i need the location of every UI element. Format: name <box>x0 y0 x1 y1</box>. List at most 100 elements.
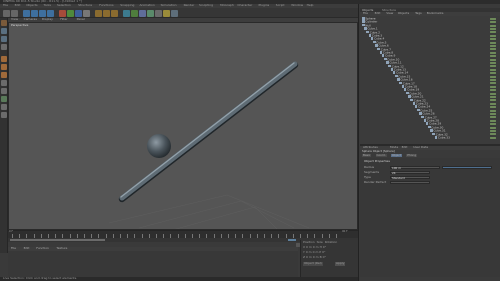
object-tree-item[interactable]: Cube.33 <box>434 136 450 139</box>
render-settings-icon[interactable] <box>111 9 118 17</box>
attribute-slider[interactable] <box>442 166 492 169</box>
attribute-tab-coord[interactable]: Coord. <box>375 154 387 158</box>
viewport-menu-display[interactable]: Display <box>42 18 53 21</box>
menu-item-help[interactable]: Help <box>307 4 314 7</box>
viewport-menu-filter[interactable]: Filter <box>60 18 67 21</box>
menu-item-render[interactable]: Render <box>184 4 195 7</box>
visibility-flags[interactable] <box>490 48 496 51</box>
visibility-flags[interactable] <box>490 112 496 115</box>
workplane-icon[interactable] <box>1 104 7 110</box>
visibility-flags[interactable] <box>490 116 496 119</box>
visibility-flags[interactable] <box>490 72 496 75</box>
visibility-flags[interactable] <box>490 24 496 27</box>
visibility-flags[interactable] <box>490 109 496 112</box>
visibility-flags[interactable] <box>490 133 496 136</box>
viewport-perspective[interactable]: Perspective <box>8 22 358 230</box>
visibility-flags[interactable] <box>490 17 496 20</box>
coords-apply-button[interactable]: Apply <box>335 262 346 266</box>
snap-icon[interactable] <box>1 96 7 102</box>
world-coords-icon[interactable] <box>83 9 90 17</box>
scene-icon[interactable] <box>171 9 178 17</box>
timeline-range-slider[interactable] <box>10 239 105 241</box>
live-select-icon[interactable] <box>23 9 30 17</box>
visibility-flags[interactable] <box>490 51 496 54</box>
om-menu-file[interactable]: File <box>363 12 368 15</box>
timeline-ruler[interactable]: 0 F 90 F <box>8 230 358 238</box>
render-picture-icon[interactable] <box>103 9 110 17</box>
spline-pen-icon[interactable] <box>131 9 138 17</box>
visibility-flags[interactable] <box>490 102 496 105</box>
menu-item-objects[interactable]: Objects <box>26 4 37 7</box>
material-menu-file[interactable]: File <box>11 247 16 250</box>
timeline-marker[interactable] <box>288 239 296 241</box>
visibility-flags[interactable] <box>490 106 496 109</box>
visibility-flags[interactable] <box>490 78 496 81</box>
attribute-field-input[interactable]: 24 <box>390 171 430 174</box>
om-menu-edit[interactable]: Edit <box>375 12 381 15</box>
attribute-tab-object[interactable]: Object <box>390 154 402 158</box>
texture-mode-icon[interactable] <box>1 44 7 50</box>
visibility-flags[interactable] <box>490 34 496 37</box>
attribute-tab-basic[interactable]: Basic <box>362 154 372 158</box>
visibility-flags[interactable] <box>490 126 496 129</box>
menu-item-selection[interactable]: Selection <box>57 4 71 7</box>
attribute-menu-user-data[interactable]: User Data <box>413 146 428 149</box>
viewport-menu-cameras[interactable]: Cameras <box>24 18 37 21</box>
camera-icon[interactable] <box>155 9 162 17</box>
menu-item-tools[interactable]: Tools <box>44 4 51 7</box>
menu-item-edit[interactable]: Edit <box>15 4 21 7</box>
visibility-flags[interactable] <box>490 136 496 139</box>
visibility-flags[interactable] <box>490 119 496 122</box>
menu-item-animation[interactable]: Animation <box>140 4 155 7</box>
visibility-flags[interactable] <box>490 38 496 41</box>
scale-icon[interactable] <box>39 9 46 17</box>
points-mode-icon[interactable] <box>1 56 7 62</box>
model-mode-icon[interactable] <box>1 28 7 34</box>
menu-item-snapping[interactable]: Snapping <box>120 4 134 7</box>
visibility-flags[interactable] <box>490 61 496 64</box>
rotate-icon[interactable] <box>47 9 54 17</box>
attribute-menu-edit[interactable]: Edit <box>402 146 408 149</box>
render-view-icon[interactable] <box>95 9 102 17</box>
visibility-flags[interactable] <box>490 92 496 95</box>
visibility-flags[interactable] <box>490 21 496 24</box>
visibility-flags[interactable] <box>490 31 496 34</box>
visibility-flags[interactable] <box>490 27 496 30</box>
visibility-flags[interactable] <box>490 89 496 92</box>
visibility-flags[interactable] <box>490 41 496 44</box>
move-icon[interactable] <box>31 9 38 17</box>
om-menu-bookmarks[interactable]: Bookmarks <box>427 12 444 15</box>
visibility-flags[interactable] <box>490 58 496 61</box>
menu-item-window[interactable]: Window <box>291 4 303 7</box>
visibility-flags[interactable] <box>490 129 496 132</box>
subdivision-icon[interactable] <box>139 9 146 17</box>
viewport-menu-view[interactable]: View <box>11 18 18 21</box>
array-icon[interactable] <box>147 9 154 17</box>
x-axis-icon[interactable] <box>59 9 66 17</box>
om-menu-objects[interactable]: Objects <box>398 12 409 15</box>
coords-row-z[interactable]: Z 0 m 0 m B 0° <box>303 256 326 260</box>
menu-item-file[interactable]: File <box>3 4 8 7</box>
menu-item-sculpting[interactable]: Sculpting <box>199 4 213 7</box>
visibility-flags[interactable] <box>490 95 496 98</box>
visibility-flags[interactable] <box>490 68 496 71</box>
material-menu-texture[interactable]: Texture <box>56 247 67 250</box>
visibility-flags[interactable] <box>490 44 496 47</box>
om-menu-view[interactable]: View <box>386 12 393 15</box>
object-mode-icon[interactable] <box>1 36 7 42</box>
tweak-mode-icon[interactable] <box>1 88 7 94</box>
y-axis-icon[interactable] <box>67 9 74 17</box>
undo-icon[interactable] <box>3 9 10 17</box>
attribute-field-input[interactable] <box>390 181 430 184</box>
light-icon[interactable] <box>163 9 170 17</box>
coords-mode-dropdown[interactable]: Object (Rel) <box>303 262 323 266</box>
polygons-mode-icon[interactable] <box>1 72 7 78</box>
edges-mode-icon[interactable] <box>1 64 7 70</box>
make-editable-icon[interactable] <box>1 20 7 26</box>
menu-item-mograph[interactable]: MoGraph <box>220 4 234 7</box>
attribute-field-input[interactable]: Standard <box>390 176 430 179</box>
menu-item-character[interactable]: Character <box>237 4 252 7</box>
axis-mode-icon[interactable] <box>1 80 7 86</box>
material-menu-edit[interactable]: Edit <box>24 247 30 250</box>
om-menu-tags[interactable]: Tags <box>415 12 422 15</box>
